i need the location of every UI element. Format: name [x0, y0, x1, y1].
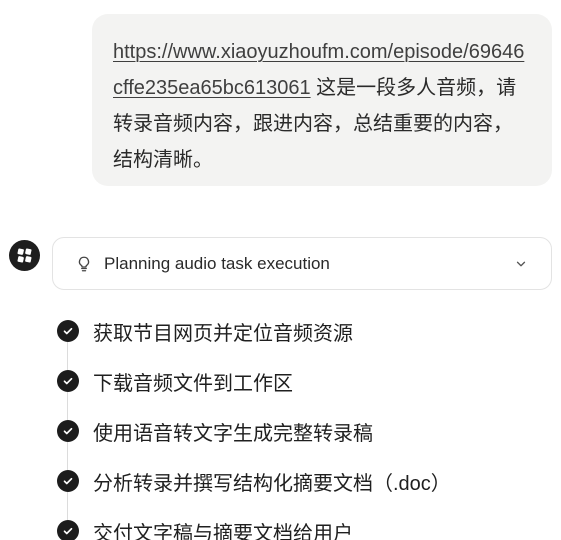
- task-step: 下载音频文件到工作区: [57, 356, 547, 406]
- step-connector: [67, 342, 68, 370]
- user-message-bubble: https://www.xiaoyuzhoufm.com/episode/696…: [92, 14, 552, 186]
- check-circle-icon: [57, 370, 79, 392]
- step-connector: [67, 442, 68, 470]
- assistant-logo-icon: [9, 240, 40, 271]
- task-step-label: 获取节目网页并定位音频资源: [93, 322, 353, 345]
- task-step: 分析转录并撰写结构化摘要文档（.doc）: [57, 456, 547, 506]
- task-step-label: 交付文字稿与摘要文档给用户: [93, 522, 353, 540]
- check-circle-icon: [57, 420, 79, 442]
- chat-page: https://www.xiaoyuzhoufm.com/episode/696…: [0, 0, 561, 540]
- task-steps-list: 获取节目网页并定位音频资源 下载音频文件到工作区 使用语音转文字生成完整转录稿 …: [57, 306, 547, 540]
- check-circle-icon: [57, 520, 79, 540]
- check-circle-icon: [57, 320, 79, 342]
- chevron-down-icon[interactable]: [513, 256, 529, 272]
- task-plan-header[interactable]: Planning audio task execution: [52, 237, 552, 290]
- lightbulb-icon: [75, 254, 95, 274]
- task-step: 交付文字稿与摘要文档给用户: [57, 506, 547, 540]
- step-connector: [67, 392, 68, 420]
- task-step: 使用语音转文字生成完整转录稿: [57, 406, 547, 456]
- task-step-label: 分析转录并撰写结构化摘要文档（.doc）: [93, 472, 451, 495]
- task-step-label: 使用语音转文字生成完整转录稿: [93, 422, 373, 445]
- task-plan-title: Planning audio task execution: [104, 253, 330, 273]
- check-circle-icon: [57, 470, 79, 492]
- task-step: 获取节目网页并定位音频资源: [57, 306, 547, 356]
- task-step-label: 下载音频文件到工作区: [93, 372, 293, 395]
- step-connector: [67, 492, 68, 520]
